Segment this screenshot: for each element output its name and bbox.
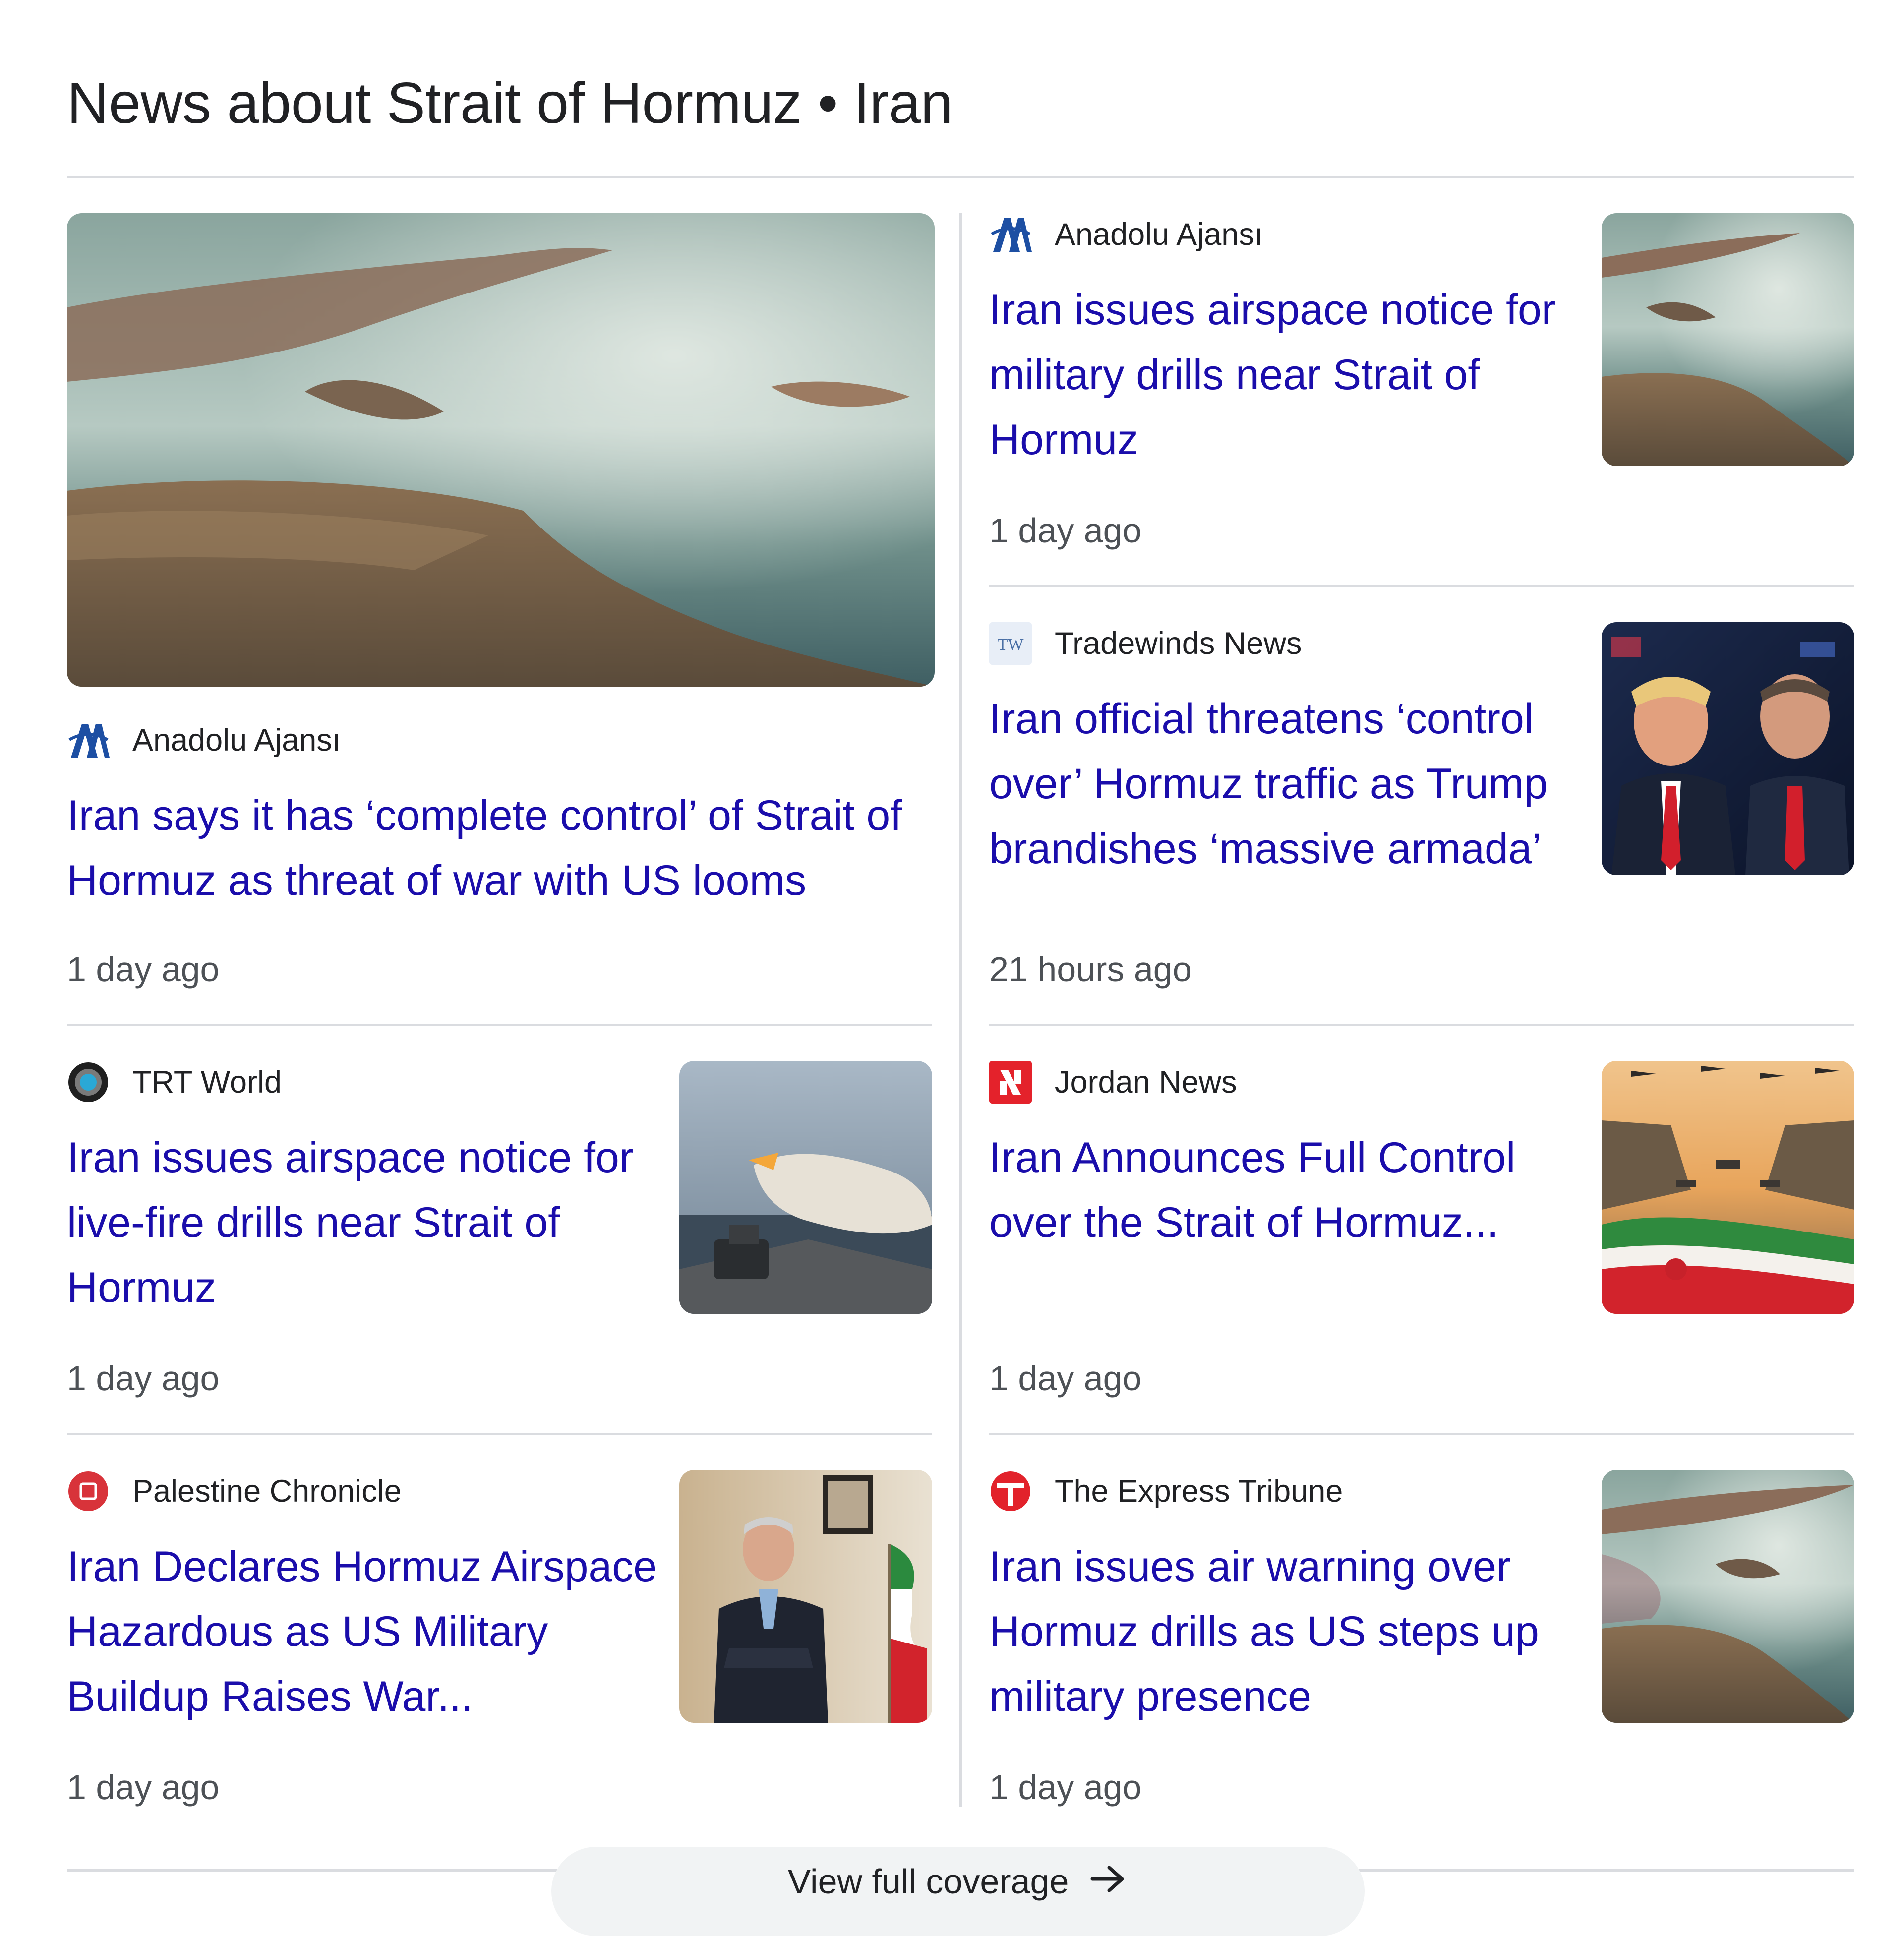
article-time: 21 hours ago bbox=[989, 950, 1192, 989]
article-time: 1 day ago bbox=[67, 1768, 220, 1807]
svg-text:TW: TW bbox=[998, 636, 1024, 654]
article-thumbnail[interactable] bbox=[679, 1061, 932, 1314]
article-headline[interactable]: Iran issues air warning over Hormuz dril… bbox=[989, 1534, 1584, 1729]
item-divider bbox=[67, 1433, 932, 1435]
article-thumbnail[interactable] bbox=[1602, 1061, 1854, 1314]
source-name: Palestine Chronicle bbox=[132, 1474, 402, 1509]
article-time: 1 day ago bbox=[989, 511, 1142, 550]
view-full-coverage-label: View full coverage bbox=[787, 1862, 1069, 1901]
source-row[interactable]: Jordan News bbox=[989, 1061, 1237, 1104]
source-name: Jordan News bbox=[1055, 1065, 1237, 1100]
item-divider bbox=[989, 1433, 1854, 1435]
arrow-right-icon bbox=[1088, 1862, 1128, 1904]
article-headline[interactable]: Iran issues airspace notice for live-fir… bbox=[67, 1125, 662, 1320]
tradewinds-logo-icon: TW bbox=[989, 622, 1032, 665]
palestine-chronicle-logo-icon bbox=[67, 1470, 110, 1513]
article-time: 1 day ago bbox=[989, 1768, 1142, 1807]
item-divider bbox=[989, 1024, 1854, 1026]
article-time: 1 day ago bbox=[67, 950, 220, 989]
source-name: TRT World bbox=[132, 1065, 282, 1100]
article-thumbnail[interactable] bbox=[1602, 213, 1854, 466]
article-thumbnail[interactable] bbox=[1602, 1470, 1854, 1723]
article-headline[interactable]: Iran official threatens ‘control over’ H… bbox=[989, 687, 1584, 881]
article-time: 1 day ago bbox=[989, 1359, 1142, 1398]
article-headline[interactable]: Iran Announces Full Control over the Str… bbox=[989, 1125, 1584, 1255]
article-headline[interactable]: Iran says it has ‘complete control’ of S… bbox=[67, 783, 940, 913]
source-row[interactable]: Palestine Chronicle bbox=[67, 1470, 402, 1513]
item-divider bbox=[989, 585, 1854, 587]
page-title: News about Strait of Hormuz • Iran bbox=[67, 70, 953, 135]
article-headline[interactable]: Iran Declares Hormuz Airspace Hazardous … bbox=[67, 1534, 662, 1729]
anadolu-logo-icon bbox=[67, 719, 110, 762]
source-row[interactable]: TRT World bbox=[67, 1061, 282, 1104]
express-tribune-logo-icon bbox=[989, 1470, 1032, 1513]
article-headline[interactable]: Iran issues airspace notice for military… bbox=[989, 278, 1584, 472]
hero-image[interactable] bbox=[67, 213, 935, 687]
column-divider bbox=[959, 213, 962, 1807]
source-row[interactable]: The Express Tribune bbox=[989, 1470, 1343, 1513]
source-row[interactable]: TW Tradewinds News bbox=[989, 622, 1302, 665]
source-name: Anadolu Ajansı bbox=[1055, 217, 1263, 252]
header-divider bbox=[67, 176, 1854, 178]
source-name: The Express Tribune bbox=[1055, 1474, 1343, 1509]
source-name: Anadolu Ajansı bbox=[132, 723, 341, 758]
article-thumbnail[interactable] bbox=[1602, 622, 1854, 875]
source-name: Tradewinds News bbox=[1055, 626, 1302, 661]
trt-world-logo-icon bbox=[67, 1061, 110, 1104]
source-row[interactable]: Anadolu Ajansı bbox=[989, 213, 1263, 256]
article-time: 1 day ago bbox=[67, 1359, 220, 1398]
jordan-news-logo-icon bbox=[989, 1061, 1032, 1104]
view-full-coverage-button[interactable]: View full coverage bbox=[551, 1847, 1365, 1936]
anadolu-logo-icon bbox=[989, 213, 1032, 256]
item-divider bbox=[67, 1024, 932, 1026]
article-thumbnail[interactable] bbox=[679, 1470, 932, 1723]
source-row[interactable]: Anadolu Ajansı bbox=[67, 719, 341, 762]
